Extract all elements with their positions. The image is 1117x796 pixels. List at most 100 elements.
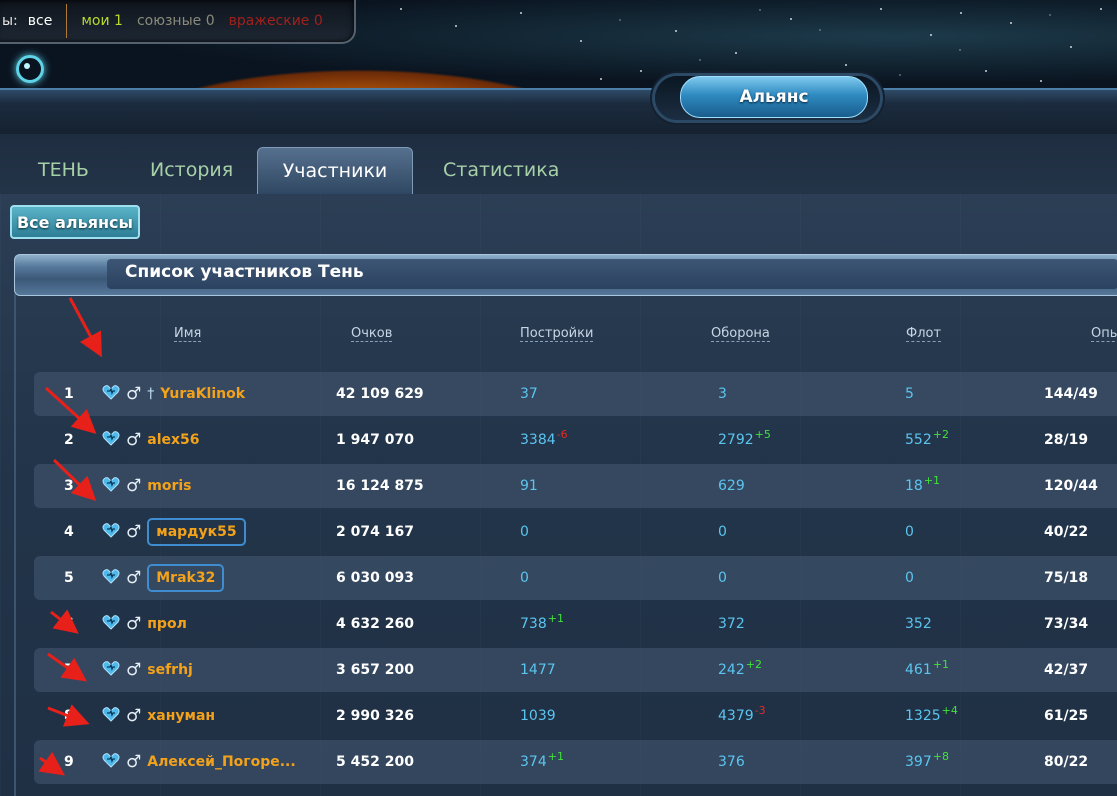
member-points: 5 452 200 xyxy=(336,754,414,770)
member-fleet: 18 +1 xyxy=(905,464,940,508)
heart-icon[interactable] xyxy=(102,430,120,450)
tab-alliance[interactable]: ТЕНЬ xyxy=(22,147,105,193)
defense-value: 4379 xyxy=(718,708,754,724)
filter-allied[interactable]: союзные 0 xyxy=(137,13,215,29)
table-row: 3 ♂ moris 16 124 875 91 629 18 +1 120/44 xyxy=(34,464,1117,508)
buildings-value: 374 xyxy=(520,754,547,770)
member-rank: 5 xyxy=(64,570,74,586)
member-identity: ♂ Mrak32 xyxy=(102,556,225,600)
member-points: 3 657 200 xyxy=(336,662,414,678)
column-header-name[interactable]: Имя xyxy=(174,326,202,342)
member-identity: ♂ † YuraKlinok xyxy=(102,372,245,416)
member-points: 2 074 167 xyxy=(336,524,414,540)
member-points: 6 030 093 xyxy=(336,570,414,586)
buildings-value: 3384 xyxy=(520,432,556,448)
filter-mine[interactable]: мои 1 xyxy=(81,13,123,29)
buildings-delta: +1 xyxy=(547,749,564,763)
buildings-delta: -6 xyxy=(556,427,568,441)
all-alliances-button[interactable]: Все альянсы xyxy=(10,205,140,239)
table-row: 6 ♂ прол 4 632 260 738 +1 372 352 73/34 xyxy=(34,602,1117,646)
heart-icon[interactable] xyxy=(102,706,120,726)
member-buildings: 374 +1 xyxy=(520,740,564,784)
member-rank: 1 xyxy=(64,386,74,402)
member-rank: 9 xyxy=(64,754,74,770)
member-buildings: 91 xyxy=(520,464,538,508)
member-points: 2 990 326 xyxy=(336,708,414,724)
member-defense: 3 xyxy=(718,372,727,416)
fleet-value: 1325 xyxy=(905,708,941,724)
buildings-value: 1477 xyxy=(520,662,556,678)
heart-icon[interactable] xyxy=(102,660,120,680)
fleet-delta: +2 xyxy=(932,427,949,441)
panel-title: Список участников Тень xyxy=(125,262,364,282)
defense-delta: +2 xyxy=(745,657,762,671)
defense-value: 2792 xyxy=(718,432,754,448)
table-row: 8 ♂ хануман 2 990 326 1039 4379 -3 1325 +4 61/25 xyxy=(34,694,1117,738)
heart-icon[interactable] xyxy=(102,614,120,634)
fleet-value: 352 xyxy=(905,616,932,632)
member-points: 1 947 070 xyxy=(336,432,414,448)
member-fleet: 0 xyxy=(905,556,914,600)
column-header-buildings[interactable]: Постройки xyxy=(520,326,594,342)
member-name-link[interactable]: sefrhj xyxy=(147,662,193,678)
defense-value: 376 xyxy=(718,754,745,770)
fleet-value: 397 xyxy=(905,754,932,770)
member-identity: ♂ хануман xyxy=(102,694,215,738)
table-row: 5 ♂ Mrak32 6 030 093 0 0 0 75/18 xyxy=(34,556,1117,600)
male-icon: ♂ xyxy=(126,751,142,772)
filter-enemy[interactable]: вражеские 0 xyxy=(229,13,323,29)
ring-icon[interactable] xyxy=(16,55,44,83)
member-fleet: 1325 +4 xyxy=(905,694,958,738)
member-name-link[interactable]: прол xyxy=(147,616,187,632)
member-experience: 80/22 xyxy=(1044,754,1089,770)
filter-all[interactable]: все xyxy=(28,13,53,29)
member-name-link[interactable]: YuraKlinok xyxy=(160,386,245,402)
member-name-link[interactable]: мардук55 xyxy=(147,518,246,546)
member-defense: 376 xyxy=(718,740,745,784)
column-header-defense[interactable]: Оборона xyxy=(711,326,770,342)
fleet-value: 5 xyxy=(905,386,914,402)
member-buildings: 738 +1 xyxy=(520,602,564,646)
male-icon: ♂ xyxy=(126,613,142,634)
fleet-delta: +4 xyxy=(941,703,958,717)
heart-icon[interactable] xyxy=(102,752,120,772)
male-icon: ♂ xyxy=(126,567,142,588)
member-identity: ♂ прол xyxy=(102,602,187,646)
table-row: 2 ♂ alex56 1 947 070 3384 -6 2792 +5 552 +2 28/19 xyxy=(34,418,1117,462)
member-defense: 242 +2 xyxy=(718,648,762,692)
heart-icon[interactable] xyxy=(102,476,120,496)
heart-icon[interactable] xyxy=(102,384,120,404)
heart-icon[interactable] xyxy=(102,522,120,542)
defense-value: 3 xyxy=(718,386,727,402)
member-buildings: 1039 xyxy=(520,694,556,738)
member-rank: 4 xyxy=(64,524,74,540)
member-name-link[interactable]: хануман xyxy=(147,708,215,724)
heart-icon[interactable] xyxy=(102,568,120,588)
member-defense: 2792 +5 xyxy=(718,418,771,462)
member-points: 16 124 875 xyxy=(336,478,424,494)
member-name-link[interactable]: moris xyxy=(147,478,191,494)
column-header-experience[interactable]: Опы xyxy=(1091,326,1117,342)
buildings-value: 1039 xyxy=(520,708,556,724)
fleet-value: 0 xyxy=(905,570,914,586)
tab-history[interactable]: История xyxy=(134,147,249,193)
member-identity: ♂ sefrhj xyxy=(102,648,193,692)
member-experience: 75/18 xyxy=(1044,570,1089,586)
member-name-link[interactable]: alex56 xyxy=(147,432,199,448)
member-buildings: 37 xyxy=(520,372,538,416)
table-row: 9 ♂ Алексей_Погоре... 5 452 200 374 +1 376 397 +… xyxy=(34,740,1117,784)
member-experience: 40/22 xyxy=(1044,524,1089,540)
member-name-link[interactable]: Mrak32 xyxy=(147,564,225,592)
member-experience: 73/34 xyxy=(1044,616,1089,632)
fleet-delta: +1 xyxy=(932,657,949,671)
column-header-points[interactable]: Очков xyxy=(351,326,393,342)
defense-value: 0 xyxy=(718,524,727,540)
male-icon: ♂ xyxy=(126,521,142,542)
column-header-fleet[interactable]: Флот xyxy=(906,326,942,342)
member-defense: 4379 -3 xyxy=(718,694,766,738)
header-frame xyxy=(0,88,1117,136)
planet-filter-bar: ы: все мои 1 союзные 0 вражеские 0 xyxy=(0,0,356,44)
member-name-link[interactable]: Алексей_Погоре... xyxy=(147,754,295,770)
tab-members[interactable]: Участники xyxy=(257,147,413,194)
tab-statistics[interactable]: Статистика xyxy=(427,147,575,193)
